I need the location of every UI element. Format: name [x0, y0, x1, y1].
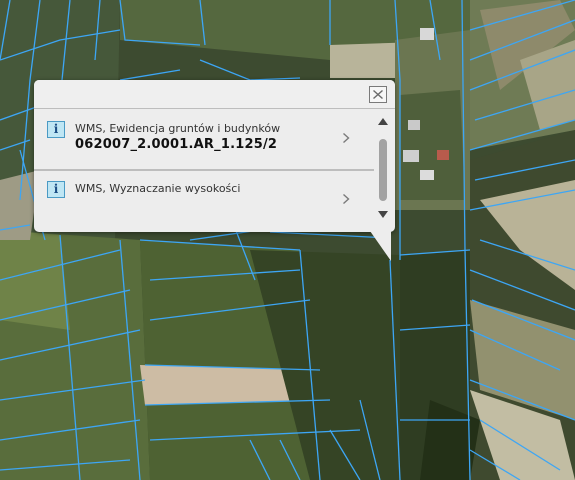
scrollbar-thumb[interactable] — [379, 139, 387, 201]
parcel-id: 062007_2.0001.AR_1.125/2 — [75, 137, 278, 152]
scroll-up-arrow-icon[interactable] — [377, 117, 389, 126]
feature-info-list: i WMS, Ewidencja gruntów i budynków 0620… — [34, 109, 374, 232]
close-icon — [373, 89, 383, 100]
list-item[interactable]: i WMS, Wyznaczanie wysokości — [34, 171, 374, 231]
popup-pointer — [370, 231, 391, 261]
popup-header — [34, 80, 395, 109]
layer-name: WMS, Ewidencja gruntów i budynków — [75, 122, 281, 135]
layer-name: WMS, Wyznaczanie wysokości — [75, 182, 241, 195]
chevron-right-icon[interactable] — [342, 193, 350, 205]
scrollbar[interactable] — [376, 117, 390, 227]
feature-info-popup: i WMS, Ewidencja gruntów i budynków 0620… — [34, 80, 395, 232]
list-item[interactable]: i WMS, Ewidencja gruntów i budynków 0620… — [34, 109, 374, 171]
close-button[interactable] — [369, 86, 387, 103]
chevron-right-icon[interactable] — [342, 132, 350, 144]
orthophoto-map[interactable] — [0, 0, 575, 480]
info-icon: i — [47, 121, 65, 138]
info-icon: i — [47, 181, 65, 198]
scroll-down-arrow-icon[interactable] — [377, 210, 389, 219]
